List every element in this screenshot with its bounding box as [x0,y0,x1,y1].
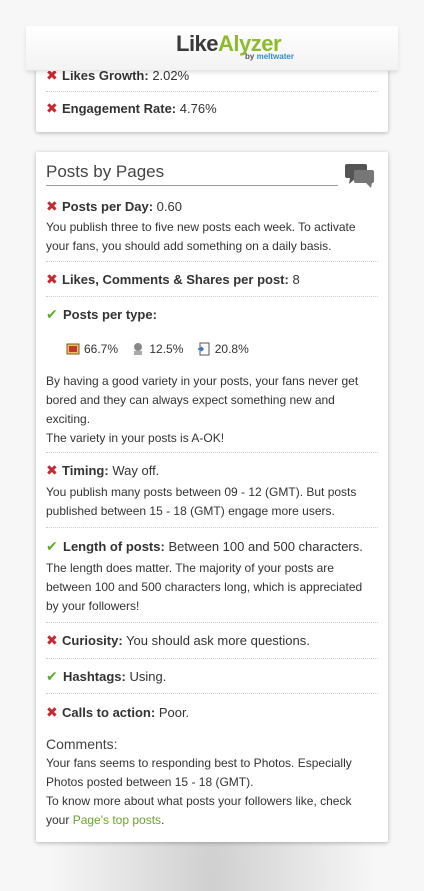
variety-text: By having a good variety in your posts, … [46,374,359,445]
divider [46,261,378,262]
section-title: Posts by Pages [46,162,338,186]
comments-text: Your fans seems to responding best to Ph… [46,756,352,827]
curiosity-row: ✖ Curiosity: You should ask more question… [46,630,378,651]
posts-per-day-row: ✖ Posts per Day: 0.60 [46,196,378,217]
post-type-link: 12.5% [131,342,183,356]
cross-icon: ✖ [46,632,58,648]
check-icon: ✔ [46,668,58,684]
comments-heading: Comments: [46,736,118,752]
divider [46,296,378,297]
link-icon [134,343,143,355]
calls-to-action-row: ✖ Calls to action: Poor. [46,702,378,723]
cross-icon: ✖ [46,704,58,720]
posts-by-pages-card: Posts by Pages ✖ Posts per Day: 0.60 You … [36,152,388,842]
divider [46,693,378,694]
app-header: LikeAlyzer by meltwater [26,26,398,71]
post-type-photo: 66.7% [66,342,118,356]
engagement-rate-row: ✖ Engagement Rate: 4.76% [46,98,378,119]
cross-icon: ✖ [46,198,58,214]
check-icon: ✔ [46,538,58,554]
likes-comments-shares-row: ✖ Likes, Comments & Shares per post: 8 [46,269,378,290]
timing-row: ✖ Timing: Way off. [46,460,378,481]
post-type-status: 20.8% [197,342,249,356]
cross-icon: ✖ [46,462,58,478]
hashtags-row: ✔ Hashtags: Using. [46,666,378,687]
top-posts-link[interactable]: Page's top posts [73,813,161,827]
divider [46,622,378,623]
divider [46,91,378,92]
divider [46,527,378,528]
speech-bubbles-icon [345,164,374,188]
posts-per-type-row: ✔ Posts per type: [46,304,378,325]
meltwater-byline: by meltwater [245,52,294,61]
post-type-breakdown: 66.7% 12.5% 20.8% [66,342,259,356]
timing-text: You publish many posts between 09 - 12 (… [46,485,357,518]
check-icon: ✔ [46,306,58,322]
length-of-posts-row: ✔ Length of posts: Between 100 and 500 ch… [46,536,378,557]
cross-icon: ✖ [46,100,58,116]
photo-icon [66,343,80,355]
posts-per-day-text: You publish three to five new posts each… [46,220,356,253]
status-icon [197,342,210,356]
divider [46,658,378,659]
cross-icon: ✖ [46,271,58,287]
divider [46,452,378,453]
length-text: The length does matter. The majority of … [46,561,363,613]
